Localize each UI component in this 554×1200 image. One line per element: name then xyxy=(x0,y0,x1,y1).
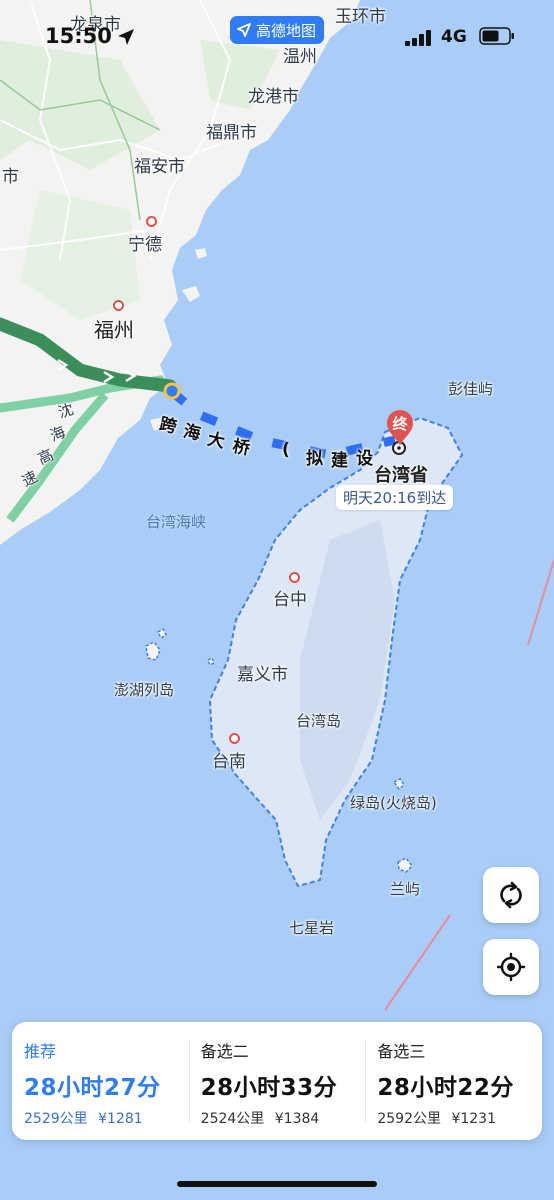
route-meta: 2529公里 ¥1281 xyxy=(24,1108,189,1128)
route-distance: 2592公里 xyxy=(377,1111,441,1127)
label-taichung: 台中 xyxy=(273,590,307,610)
route-option-recommended[interactable]: 推荐 28小时27分 2529公里 ¥1281 xyxy=(12,1022,189,1140)
start-marker xyxy=(163,382,181,400)
status-bar: 15:50 高德地图 4G xyxy=(0,0,554,60)
route-option-alt2[interactable]: 备选二 28小时33分 2524公里 ¥1384 xyxy=(188,1022,366,1140)
location-arrow-icon xyxy=(118,29,134,45)
fuzhou-dot xyxy=(113,300,124,311)
label-pengjia: 彭佳屿 xyxy=(448,380,494,398)
locate-icon xyxy=(496,952,526,982)
app-badge[interactable]: 高德地图 xyxy=(230,16,325,44)
label-tainan: 台南 xyxy=(212,752,246,772)
app-badge-label: 高德地图 xyxy=(256,21,317,40)
route-tag: 推荐 xyxy=(24,1042,57,1061)
bridge-char: 设 xyxy=(356,449,373,469)
label-fuzhou: 福州 xyxy=(94,318,134,342)
home-indicator[interactable] xyxy=(177,1181,377,1187)
label-qixing: 七星岩 xyxy=(289,919,335,937)
route-meta: 2524公里 ¥1384 xyxy=(201,1108,366,1128)
route-cost: ¥1281 xyxy=(98,1111,143,1127)
bridge-char: 建 xyxy=(331,451,348,471)
label-taiwan-strait: 台湾海峡 xyxy=(146,513,207,531)
route-option-alt3[interactable]: 备选三 28小时22分 2592公里 ¥1231 xyxy=(365,1022,542,1140)
refresh-route-button[interactable] xyxy=(483,867,539,923)
label-fuan: 福安市 xyxy=(134,157,185,177)
label-taiwan-island: 台湾岛 xyxy=(296,712,342,730)
destination-pin-label: 终 xyxy=(392,415,408,433)
ningde-dot xyxy=(146,216,157,227)
label-penghu: 澎湖列岛 xyxy=(114,681,175,699)
bridge-char: ( xyxy=(282,440,290,460)
cellular-signal-icon xyxy=(405,30,431,46)
refresh-icon xyxy=(500,881,522,909)
label-orchid-island: 兰屿 xyxy=(390,880,421,898)
label-fuding: 福鼎市 xyxy=(206,123,257,143)
label-longgang: 龙港市 xyxy=(248,87,299,107)
route-options-card: 推荐 28小时27分 2529公里 ¥1281 备选二 28小时33分 2524… xyxy=(12,1022,542,1140)
route-duration: 28小时27分 xyxy=(24,1075,161,1101)
label-chiayi: 嘉义市 xyxy=(237,665,288,685)
battery-icon xyxy=(479,27,514,45)
label-ningde: 宁德 xyxy=(128,235,162,255)
label-shi-edge: 市 xyxy=(2,167,19,187)
status-time: 15:50 xyxy=(45,24,112,48)
route-cost: ¥1231 xyxy=(451,1111,496,1127)
arrival-time: 明天20:16到达 xyxy=(336,485,454,510)
route-cost: ¥1384 xyxy=(274,1111,320,1127)
network-type: 4G xyxy=(441,27,467,47)
route-tag: 备选三 xyxy=(377,1042,426,1061)
label-green-island: 绿岛(火烧岛) xyxy=(350,794,437,812)
locate-me-button[interactable] xyxy=(483,939,539,995)
route-meta: 2592公里 ¥1231 xyxy=(377,1108,542,1128)
amap-logo-icon xyxy=(237,23,251,37)
route-duration: 28小时33分 xyxy=(200,1075,338,1101)
taichung-dot xyxy=(289,572,300,583)
route-duration: 28小时22分 xyxy=(377,1075,514,1101)
route-tag: 备选二 xyxy=(200,1042,249,1061)
route-distance: 2529公里 xyxy=(24,1111,88,1127)
route-distance: 2524公里 xyxy=(200,1111,265,1127)
tainan-dot xyxy=(229,733,240,744)
destination-name: 台湾省 xyxy=(374,465,428,486)
bridge-char: 拟 xyxy=(306,449,323,469)
